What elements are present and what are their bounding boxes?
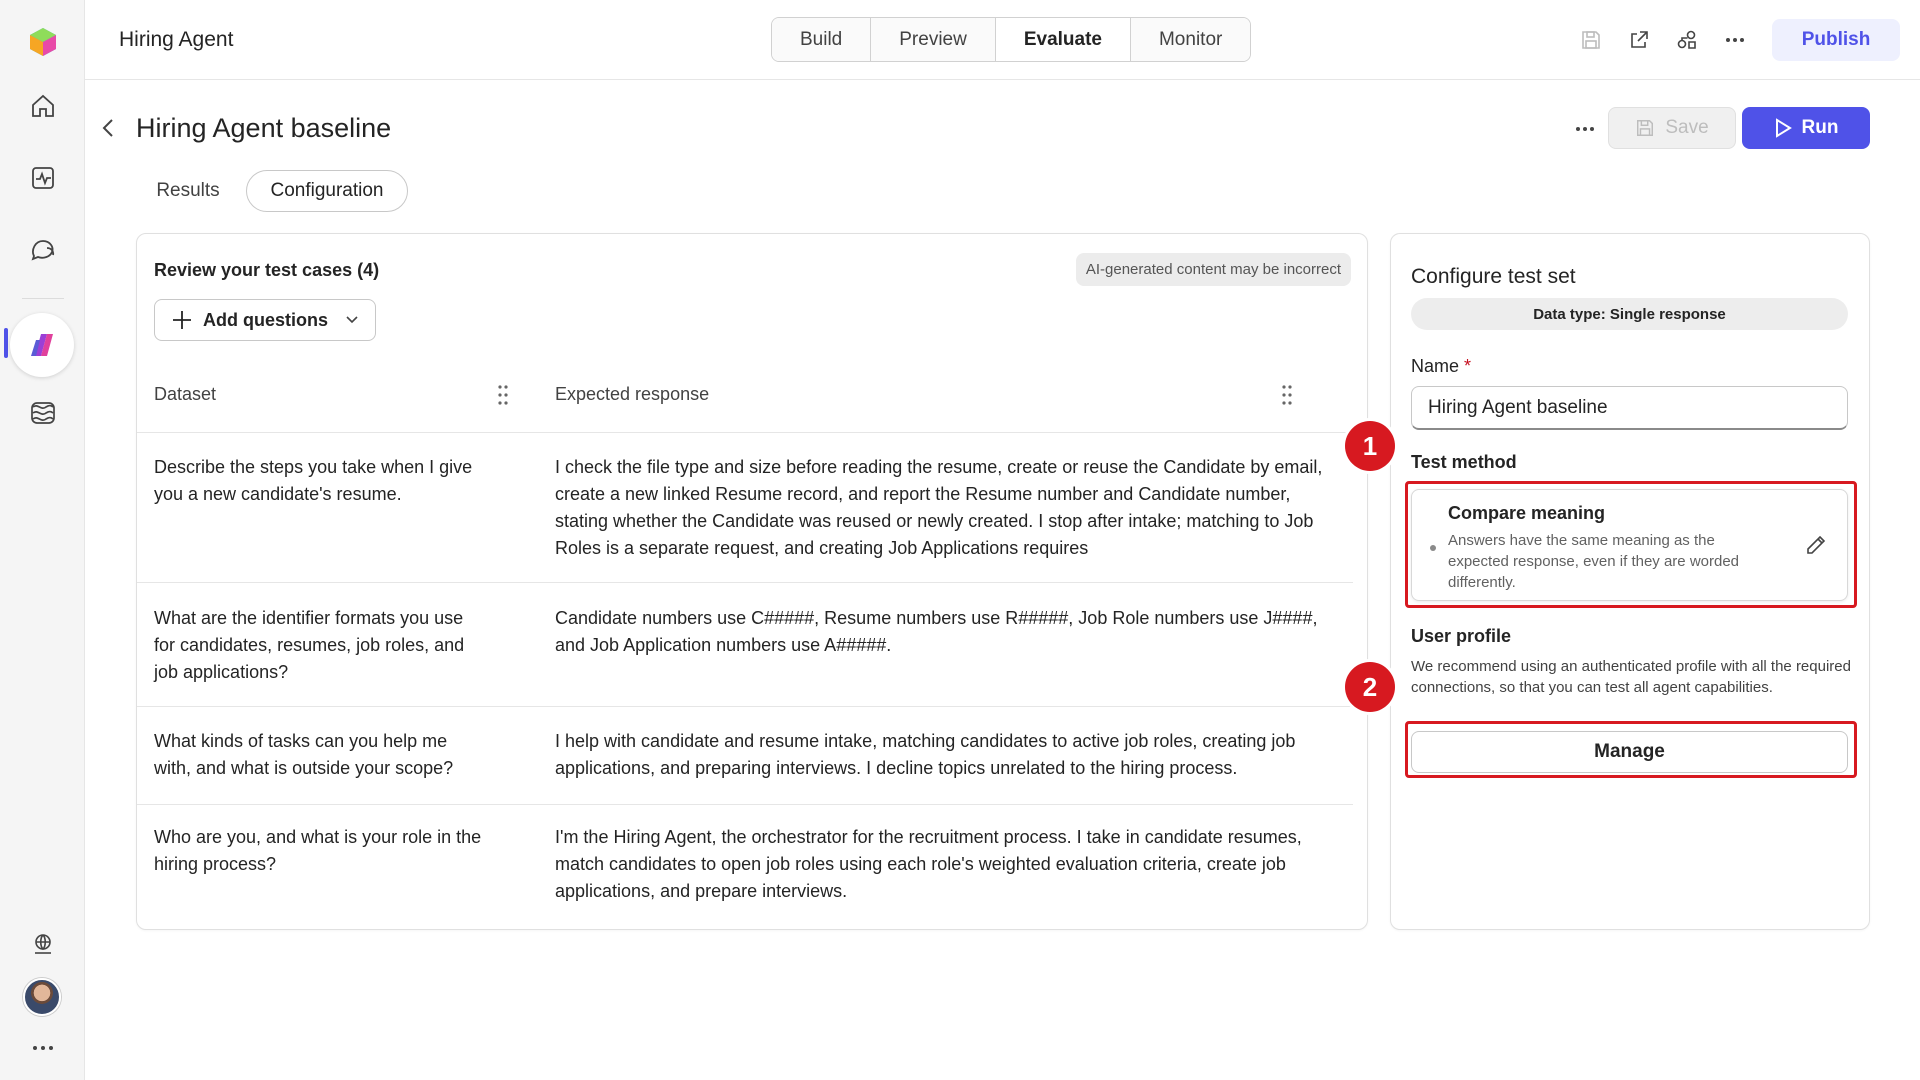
tab-monitor[interactable]: Monitor: [1130, 18, 1251, 61]
name-input[interactable]: Hiring Agent baseline: [1411, 386, 1848, 430]
activity-icon[interactable]: [0, 148, 85, 208]
tab-preview[interactable]: Preview: [871, 18, 996, 61]
play-icon: [1775, 118, 1792, 138]
test-method-label: Test method: [1411, 452, 1517, 472]
share-icon[interactable]: [1623, 24, 1655, 56]
column-resize-handle-icon[interactable]: [1279, 382, 1295, 408]
app-logo-icon[interactable]: [0, 12, 85, 72]
dataset-question: Describe the steps you take when I give …: [154, 457, 473, 504]
table-divider: [137, 582, 1353, 583]
dataset-question: Who are you, and what is your role in th…: [154, 827, 482, 874]
add-questions-label: Add questions: [203, 309, 328, 330]
expected-response: I'm the Hiring Agent, the orchestrator f…: [555, 827, 1302, 901]
highlight-manage: [1405, 721, 1857, 778]
test-cases-heading: Review your test cases (4): [154, 260, 380, 280]
user-profile-description: We recommend using an authenticated prof…: [1411, 658, 1851, 696]
table-divider: [137, 804, 1353, 805]
chevron-down-icon: [346, 316, 358, 324]
highlight-test-method: [1405, 481, 1857, 608]
connections-icon[interactable]: [1671, 24, 1703, 56]
add-questions-button[interactable]: Add questions: [154, 299, 376, 341]
chat-icon[interactable]: [0, 220, 85, 280]
page-title: Hiring Agent baseline: [136, 113, 392, 143]
rail-divider: [22, 298, 64, 299]
publish-button[interactable]: Publish: [1772, 19, 1900, 61]
callout-badge-2: 2: [1345, 662, 1395, 712]
table-divider: [137, 706, 1353, 707]
expected-response: I help with candidate and resume intake,…: [555, 731, 1296, 778]
tab-configuration[interactable]: Configuration: [246, 170, 408, 212]
tab-results[interactable]: Results: [142, 170, 234, 212]
run-button[interactable]: Run: [1742, 107, 1870, 149]
home-icon[interactable]: [0, 76, 85, 136]
more-icon[interactable]: [0, 1018, 85, 1078]
user-avatar[interactable]: [23, 978, 61, 1016]
name-label-text: Name: [1411, 356, 1460, 376]
page-more-icon[interactable]: [1570, 114, 1600, 144]
tab-evaluate[interactable]: Evaluate: [995, 18, 1131, 61]
test-cases-card: Review your test cases (4) AI-generated …: [136, 233, 1368, 930]
dataset-question: What are the identifier formats you use …: [154, 608, 465, 682]
plus-icon: [173, 311, 191, 329]
save-button[interactable]: Save: [1608, 107, 1736, 149]
tab-build[interactable]: Build: [772, 18, 872, 61]
more-options-icon[interactable]: [1719, 24, 1751, 56]
save-disk-icon[interactable]: [1575, 24, 1607, 56]
data-icon[interactable]: [0, 383, 85, 443]
rail-active-indicator: [4, 328, 8, 358]
user-profile-label: User profile: [1411, 626, 1512, 646]
required-mark: *: [1464, 356, 1472, 376]
agents-icon[interactable]: [10, 313, 74, 377]
top-bar: Hiring Agent Build Preview Evaluate Moni…: [85, 0, 1920, 80]
app-title: Hiring Agent: [119, 28, 234, 51]
table-divider: [137, 432, 1353, 433]
configure-title: Configure test set: [1411, 265, 1576, 288]
name-label: Name *: [1411, 356, 1471, 377]
expected-response: Candidate numbers use C#####, Resume num…: [555, 608, 1318, 655]
main-tabs: Build Preview Evaluate Monitor: [771, 17, 1252, 62]
expected-response: I check the file type and size before re…: [555, 457, 1323, 558]
back-icon[interactable]: [96, 116, 120, 140]
data-type-badge: Data type: Single response: [1411, 298, 1848, 330]
ai-disclaimer-badge: AI-generated content may be incorrect: [1075, 253, 1351, 286]
column-header-expected-response[interactable]: Expected response: [555, 384, 709, 405]
save-label: Save: [1665, 117, 1709, 138]
left-rail: [0, 0, 85, 1080]
globe-icon[interactable]: [0, 914, 85, 974]
save-icon: [1637, 120, 1654, 136]
column-resize-handle-icon[interactable]: [495, 382, 511, 408]
column-header-dataset[interactable]: Dataset: [154, 384, 216, 405]
callout-badge-1: 1: [1345, 421, 1395, 471]
dataset-question: What kinds of tasks can you help me with…: [154, 731, 454, 778]
run-label: Run: [1801, 117, 1839, 138]
